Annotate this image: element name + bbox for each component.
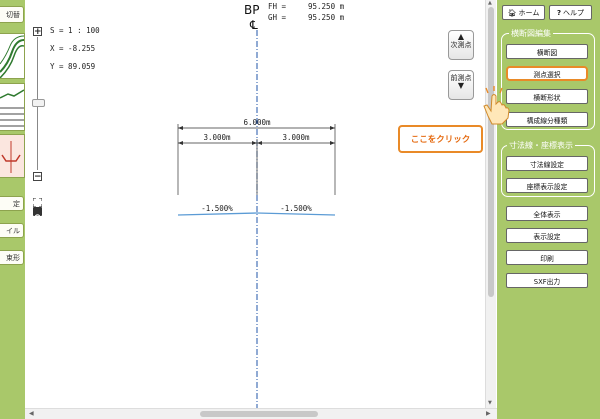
left-width-text: 3.000m — [203, 133, 231, 142]
help-button[interactable]: ? ヘルプ — [549, 5, 592, 20]
settings-button-label: 定 — [13, 199, 20, 208]
scroll-right-icon[interactable]: ▶ — [486, 410, 491, 417]
fit-all-button-label: 全体表示 — [533, 210, 561, 219]
horizontal-scrollbar[interactable]: ◀ ▶ — [25, 408, 497, 419]
curve-thumbnail-icon — [0, 35, 24, 78]
cross-section-shape-button-label: 横断形状 — [533, 93, 561, 102]
home-button-label: ホーム — [518, 8, 540, 17]
scroll-up-icon[interactable]: ▲ — [488, 0, 492, 6]
fit-all-button[interactable]: 全体表示 — [506, 206, 588, 221]
print-button-label: 印刷 — [540, 254, 554, 263]
bundle-shape-button-label: 束形 — [6, 253, 20, 262]
right-command-panel: 🏠︎ ホーム ? ヘルプ 横断図編集 横断図 測点選択 横断形状 構成線分種類 … — [497, 0, 600, 419]
left-slope-text: -1.500% — [201, 204, 233, 213]
sxf-export-button[interactable]: SXF出力 — [506, 273, 588, 288]
drawing-canvas[interactable]: + − S = 1 : 100 X = -8.255 Y = 89.059 BP… — [25, 0, 497, 408]
dimension-settings-button-label: 寸法線設定 — [530, 160, 564, 169]
total-width-text: 6.000m — [243, 118, 271, 127]
home-icon: 🏠︎ — [507, 8, 517, 17]
left-toolbar: 切替 定 イル 束形 — [0, 0, 25, 419]
file-button[interactable]: イル — [0, 223, 24, 238]
station-select-button-label: 測点選択 — [533, 70, 561, 79]
segment-type-button[interactable]: 構成線分種類 — [506, 112, 588, 127]
scroll-down-icon[interactable]: ▼ — [488, 400, 492, 406]
cross-section-thumbnail[interactable] — [0, 134, 25, 178]
right-slope-line — [256, 212, 336, 216]
segment-type-button-label: 構成線分種類 — [526, 116, 568, 125]
coordinate-display-settings-button-label: 座標表示設定 — [526, 182, 568, 191]
profile-view-thumbnail[interactable] — [0, 83, 25, 131]
print-button[interactable]: 印刷 — [506, 250, 588, 265]
cross-section-shape-button[interactable]: 横断形状 — [506, 89, 588, 104]
file-button-label: イル — [6, 226, 20, 235]
display-settings-button[interactable]: 表示設定 — [506, 228, 588, 243]
callout-text: ここをクリック — [410, 135, 471, 145]
display-settings-button-label: 表示設定 — [533, 232, 561, 241]
dimension-settings-button[interactable]: 寸法線設定 — [506, 156, 588, 171]
dimension-coordinate-title: 寸法線・座標表示 — [507, 140, 575, 151]
cross-section-edit-title: 横断図編集 — [509, 28, 553, 39]
left-slope-line — [177, 212, 258, 216]
settings-button[interactable]: 定 — [0, 196, 24, 211]
bundle-shape-button[interactable]: 束形 — [0, 250, 24, 265]
switch-button[interactable]: 切替 — [0, 6, 24, 23]
hand-pointer-icon — [483, 86, 510, 125]
vertical-scroll-thumb[interactable] — [488, 7, 494, 297]
question-icon: ? — [556, 8, 562, 17]
right-slope-text: -1.500% — [280, 204, 312, 213]
vertical-scrollbar[interactable]: ▲ ▼ — [485, 0, 496, 408]
sxf-export-button-label: SXF出力 — [533, 277, 561, 286]
scroll-left-icon[interactable]: ◀ — [29, 410, 34, 417]
right-width-text: 3.000m — [282, 133, 310, 142]
help-button-label: ヘルプ — [563, 8, 585, 17]
switch-button-label: 切替 — [6, 10, 20, 19]
cross-section-thumbnail-icon — [1, 141, 21, 173]
profile-thumbnail-icon — [0, 89, 24, 127]
cross-section-button-label: 横断図 — [536, 48, 558, 57]
cross-section-button[interactable]: 横断図 — [506, 44, 588, 59]
plan-view-thumbnail[interactable] — [0, 33, 25, 79]
click-here-callout: ここをクリック — [398, 125, 483, 153]
cross-section-drawing: 6.000m 3.000m 3.000m -1.500% -1.500% — [177, 30, 336, 408]
horizontal-scroll-thumb[interactable] — [200, 411, 318, 417]
coordinate-display-settings-button[interactable]: 座標表示設定 — [506, 178, 588, 193]
station-select-button[interactable]: 測点選択 — [506, 66, 588, 81]
home-button[interactable]: 🏠︎ ホーム — [502, 5, 545, 20]
